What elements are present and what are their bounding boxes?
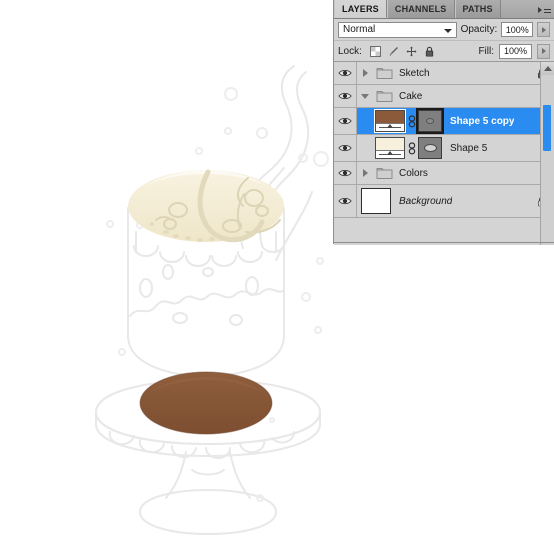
opacity-label: Opacity: [460,24,498,35]
visibility-toggle-sketch[interactable] [334,62,357,84]
blend-mode-value: Normal [343,24,376,35]
layer-row-shape-5-copy[interactable]: Shape 5 copy [334,108,554,135]
layers-panel[interactable]: LAYERS CHANNELS PATHS Normal Opacity: 10… [333,0,554,245]
layer-name-background[interactable]: Background [391,196,452,207]
lock-transparency-icon[interactable] [369,45,381,57]
lock-image-pixels-icon[interactable] [388,46,399,57]
fill-stepper[interactable] [537,43,550,59]
triangle-up-icon [543,66,552,71]
vector-mask-thumbnail-shape-5-copy[interactable] [416,108,444,134]
link-icon [408,114,415,127]
tab-paths[interactable]: PATHS [454,0,501,18]
visibility-toggle-colors[interactable] [334,162,357,184]
layer-name-sketch[interactable]: Sketch [395,68,430,79]
stepper-arrow-icon [541,48,546,54]
scrollbar-thumb[interactable] [543,105,551,151]
vector-mask-thumbnail-shape-5[interactable] [418,137,442,159]
group-twisty-cake[interactable] [357,93,373,99]
opacity-stepper[interactable] [537,22,550,37]
lock-icon-group [369,45,435,57]
tab-layers-label: LAYERS [342,3,379,14]
layer-list[interactable]: Sketch Cake Shape 5 copy Shape 5 Colors … [334,62,554,245]
opacity-input[interactable]: 100% [501,22,534,37]
group-twisty-sketch[interactable] [357,69,373,77]
link-icon [408,141,415,154]
eye-icon [338,92,352,100]
chevron-down-icon [443,28,452,33]
thumb-group-shape-5 [357,137,442,159]
layer-thumbnail-shape-5[interactable] [375,137,405,159]
visibility-toggle-background[interactable] [334,185,357,217]
layer-name-shape-5-copy[interactable]: Shape 5 copy [442,116,514,127]
panel-menu-icon [537,5,551,14]
eye-icon [338,117,352,125]
layer-thumbnail-shape-5-copy[interactable] [374,109,406,133]
layer-name-shape-5[interactable]: Shape 5 [442,143,487,154]
visibility-toggle-cake[interactable] [334,85,357,107]
tab-channels-label: CHANNELS [394,4,447,14]
blend-mode-select[interactable]: Normal [338,21,457,38]
layer-row-cake[interactable]: Cake [334,85,554,108]
layer-name-colors[interactable]: Colors [395,168,428,179]
eye-icon [338,169,352,177]
lock-all-icon[interactable] [424,46,435,57]
scroll-up-button[interactable] [541,62,554,76]
opacity-value: 100% [505,24,529,35]
layer-row-shape-5[interactable]: Shape 5 [334,135,554,162]
thumb-group-shape-5-copy [357,108,444,134]
chevron-right-icon [362,169,368,177]
folder-icon-wrap-sketch [373,67,395,80]
chevron-down-icon [361,93,369,99]
folder-icon [376,167,392,179]
tab-channels[interactable]: CHANNELS [386,0,455,18]
lock-label: Lock: [338,45,362,57]
fill-label: Fill: [478,45,494,57]
chevron-right-icon [362,69,368,77]
tab-layers[interactable]: LAYERS [334,0,387,18]
eye-icon [338,69,352,77]
fill-input[interactable]: 100% [499,43,532,59]
eye-icon [338,197,352,205]
folder-icon-wrap-cake [373,90,395,103]
layer-list-scrollbar[interactable] [540,62,554,245]
panel-tab-strip: LAYERS CHANNELS PATHS [334,0,554,19]
lock-position-icon[interactable] [406,46,417,57]
layer-name-cake[interactable]: Cake [395,91,422,102]
visibility-toggle-shape-5-copy[interactable] [334,108,357,134]
chocolate-ellipse-shape [139,371,273,435]
tab-paths-label: PATHS [462,4,493,14]
panel-bottom-border [334,242,554,243]
scrollbar-track[interactable] [541,75,554,245]
lock-row: Lock: Fill: 100% [334,41,554,62]
link-layers-toggle-shape-5-copy[interactable] [405,114,418,128]
eye-icon [338,144,352,152]
folder-open-icon [376,90,392,102]
fill-value: 100% [503,46,528,56]
panel-menu-button[interactable] [534,0,554,18]
cream-top-shape [128,169,284,243]
blend-mode-row: Normal Opacity: 100% [334,19,554,41]
layer-row-background[interactable]: Background [334,185,554,218]
group-twisty-colors[interactable] [357,169,373,177]
link-layers-toggle-shape-5[interactable] [405,141,418,155]
folder-icon-wrap-colors [373,167,395,180]
layer-row-colors[interactable]: Colors [334,162,554,185]
visibility-toggle-shape-5[interactable] [334,135,357,161]
folder-icon [376,67,392,79]
tab-strip-filler [500,0,534,18]
layer-row-sketch[interactable]: Sketch [334,62,554,85]
layer-thumbnail-background[interactable] [361,188,391,214]
stepper-arrow-icon [541,26,546,33]
